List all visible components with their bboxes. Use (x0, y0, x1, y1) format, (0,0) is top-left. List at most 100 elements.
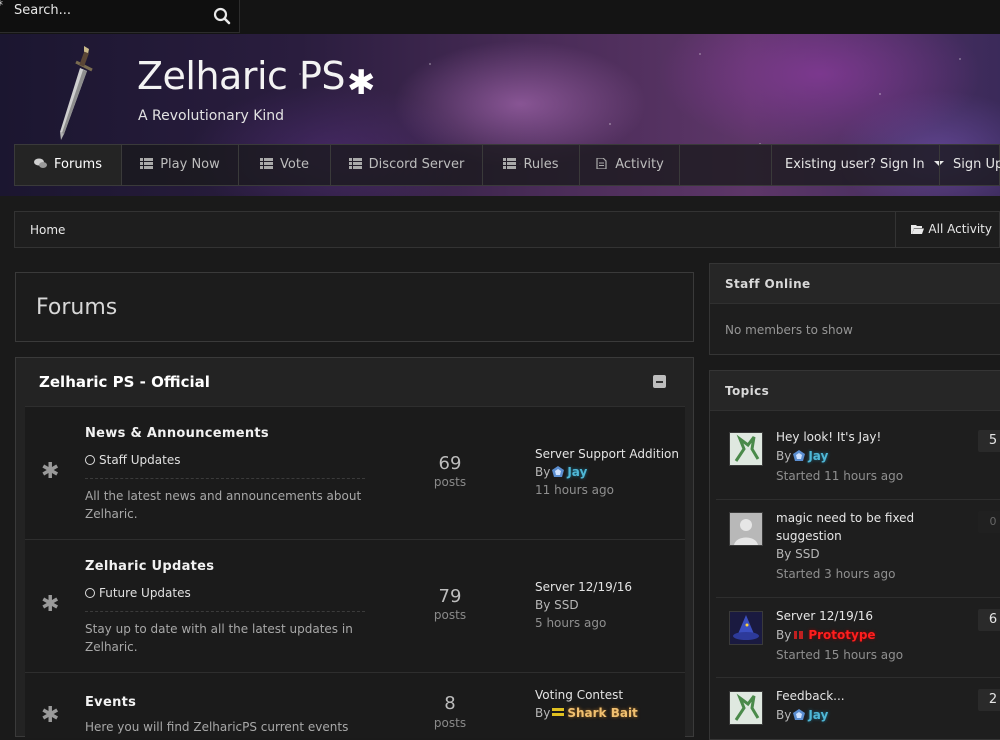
search-input[interactable] (12, 0, 206, 20)
username-link[interactable]: Shark Bait (567, 706, 637, 720)
rank-badge-icon (793, 450, 806, 461)
sign-up-button[interactable]: Sign Up (939, 145, 1000, 185)
forum-row: ✱ Zelharic Updates Future Updates Stay u… (25, 539, 685, 672)
forum-name[interactable]: News & Announcements (85, 426, 269, 441)
widget-title: Staff Online (725, 277, 811, 291)
rank-badge-icon (793, 709, 806, 720)
last-post-title[interactable]: Voting Contest (535, 688, 623, 702)
nav-play-now-label: Play Now (160, 157, 220, 172)
divider (85, 611, 365, 612)
forum-name[interactable]: Zelharic Updates (85, 559, 214, 574)
subforum-circle-icon (85, 588, 95, 598)
nav-forums-label: Forums (54, 157, 102, 172)
username-link[interactable]: Jay (808, 449, 828, 463)
topic-started: Started 3 hours ago (776, 567, 896, 581)
search-icon[interactable] (213, 7, 231, 25)
by-label: By (776, 449, 792, 463)
username-link[interactable]: Jay (808, 708, 828, 722)
forum-description: Here you will find ZelharicPS current ev… (85, 720, 349, 734)
topic-author: By Prototype (776, 628, 876, 642)
topic-avatar[interactable] (729, 512, 763, 546)
main-nav: Forums Play Now Vote Discord Server Rule… (14, 144, 1000, 186)
nav-forums[interactable]: Forums (15, 145, 122, 185)
topic-started: Started 11 hours ago (776, 469, 904, 483)
empty-message: No members to show (725, 323, 853, 337)
comments-icon (34, 158, 47, 168)
topic-title[interactable]: magic need to be fixed suggestion (776, 509, 936, 545)
subforum-link[interactable]: Future Updates (85, 586, 191, 600)
subforum-label: Staff Updates (99, 453, 181, 467)
subforum-link[interactable]: Staff Updates (85, 453, 180, 467)
subforum-label: Future Updates (99, 586, 191, 600)
post-count: 69 (438, 453, 462, 474)
topic-avatar[interactable] (729, 432, 763, 466)
topic-started: Started 15 hours ago (776, 648, 904, 662)
nav-rules[interactable]: Rules (483, 145, 580, 185)
sword-logo-icon[interactable] (40, 40, 100, 140)
sign-in-button[interactable]: Existing user? Sign In (771, 145, 944, 185)
nav-vote[interactable]: Vote (239, 145, 331, 185)
forum-category: Zelharic PS - Official ✱ News & Announce… (15, 357, 694, 738)
creature-avatar-icon (734, 693, 760, 721)
default-avatar-icon (734, 519, 758, 545)
top-strip: * (0, 0, 1000, 34)
subforum-circle-icon (85, 455, 95, 465)
search-box[interactable]: * (0, 0, 240, 33)
nav-play-now[interactable]: Play Now (122, 145, 239, 185)
list-icon (503, 158, 517, 169)
by-label: By (535, 706, 551, 720)
staff-online-widget: Staff Online No members to show (709, 263, 1000, 355)
forum-asterisk-icon: ✱ (41, 703, 60, 728)
divider (85, 478, 365, 479)
nav-activity-label: Activity (615, 157, 664, 172)
nav-rules-label: Rules (523, 157, 559, 172)
widget-header: Topics (710, 371, 1000, 411)
username-link[interactable]: SSD (554, 598, 578, 612)
post-count: 8 (444, 693, 456, 714)
breadcrumb: Home All Activity (14, 211, 1000, 248)
folder-open-icon (911, 225, 925, 234)
document-icon (596, 158, 607, 169)
topic-title[interactable]: Hey look! It's Jay! (776, 428, 936, 446)
nav-discord-server[interactable]: Discord Server (331, 145, 483, 185)
post-count-label: posts (433, 475, 467, 489)
topic-title[interactable]: Feedback... (776, 687, 936, 705)
rank-badge-icon (794, 631, 804, 639)
nav-activity[interactable]: Activity (580, 145, 680, 185)
page-title: Forums (36, 295, 118, 320)
reply-count: 0 (978, 511, 1000, 533)
username-link[interactable]: SSD (795, 547, 819, 561)
forum-name[interactable]: Events (85, 695, 136, 710)
reply-count: 2 (978, 689, 1000, 711)
forum-asterisk-icon: ✱ (41, 592, 60, 617)
forum-row: ✱ News & Announcements Staff Updates All… (25, 406, 685, 539)
widget-header: Staff Online (710, 264, 1000, 304)
all-activity-link[interactable]: All Activity (895, 212, 999, 247)
last-post-author: By SSD (535, 598, 579, 612)
username-link[interactable]: Prototype (808, 628, 875, 642)
topic-avatar[interactable] (729, 611, 763, 645)
collapse-category-button[interactable] (653, 375, 666, 388)
username-link[interactable]: Jay (567, 465, 587, 479)
by-label: By (535, 465, 551, 479)
forum-description: Stay up to date with all the latest upda… (85, 622, 353, 654)
last-post-author: By Shark Bait (535, 706, 638, 720)
wizard-hat-avatar-icon (733, 615, 759, 640)
topic-item: Server 12/19/16 By Prototype Started 15 h… (716, 597, 1000, 677)
last-post-author: By Jay (535, 465, 587, 479)
reply-count: 6 (978, 609, 1000, 631)
by-label: By (776, 547, 792, 561)
list-icon (348, 158, 362, 169)
topic-avatar[interactable] (729, 691, 763, 725)
category-title[interactable]: Zelharic PS - Official (39, 373, 210, 391)
reply-count: 5 (978, 430, 1000, 452)
last-post-time: 11 hours ago (535, 483, 614, 497)
topics-widget: Topics Hey look! It's Jay! By Jay Started… (709, 370, 1000, 740)
breadcrumb-home[interactable]: Home (30, 223, 65, 237)
site-title[interactable]: Zelharic PS (137, 54, 346, 98)
last-post-title[interactable]: Server Support Addition (535, 447, 679, 461)
last-post-title[interactable]: Server 12/19/16 (535, 580, 632, 594)
forum-row: ✱ Events Here you will find ZelharicPS c… (25, 672, 685, 738)
topic-title[interactable]: Server 12/19/16 (776, 607, 936, 625)
rank-badge-icon (552, 466, 565, 477)
